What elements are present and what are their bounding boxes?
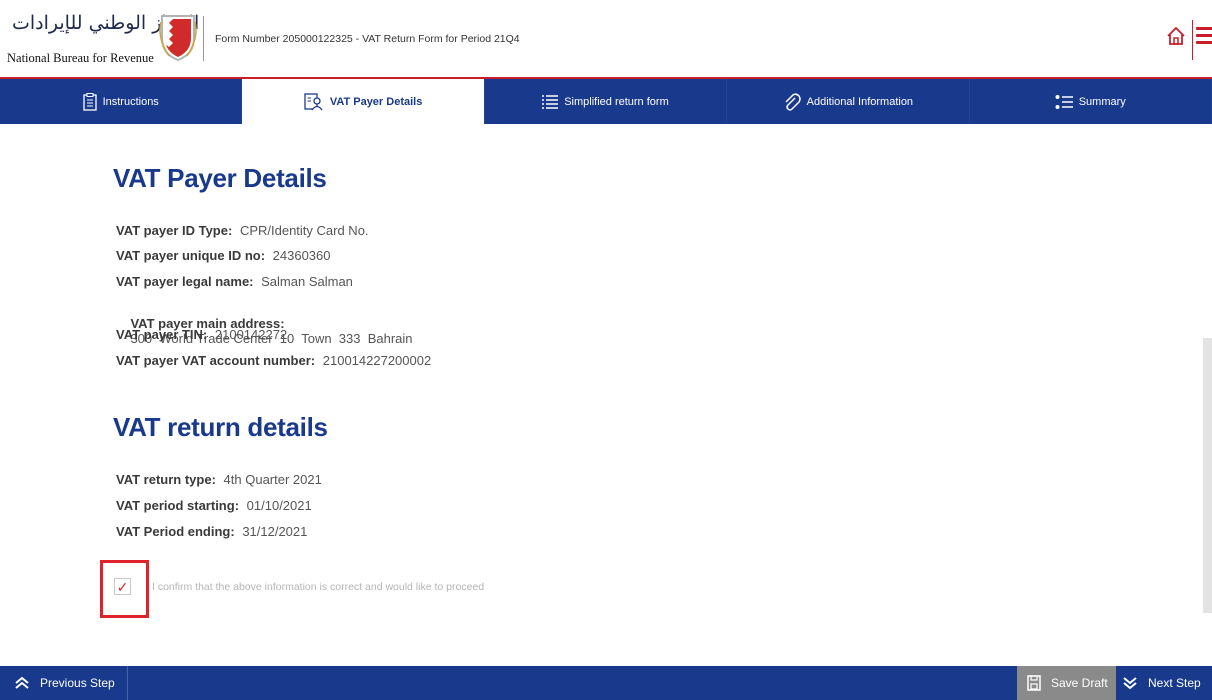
field-label: VAT Period ending:: [116, 524, 235, 539]
tab-summary[interactable]: Summary: [970, 79, 1212, 124]
logo-english-text: National Bureau for Revenue: [7, 51, 154, 65]
field-value: 01/10/2021: [246, 498, 312, 513]
footer-bar: Previous Step Save Draft Next Step: [0, 666, 1212, 700]
bullet-list-icon: [1055, 94, 1073, 109]
confirm-checkbox[interactable]: ✓: [114, 578, 131, 595]
header-divider: [203, 16, 204, 61]
field-value: Salman Salman: [261, 274, 353, 289]
tab-instructions[interactable]: Instructions: [0, 79, 243, 124]
page-header: الجهاز الوطني للإيرادات National Bureau …: [0, 0, 1212, 79]
hamburger-menu-icon[interactable]: [1196, 27, 1212, 44]
tab-label: Instructions: [102, 95, 159, 108]
previous-step-button[interactable]: Previous Step: [0, 666, 128, 700]
field-label: VAT return type:: [116, 472, 216, 487]
field-label: VAT period starting:: [116, 498, 240, 513]
period-ending-field: VAT Period ending: 31/12/2021: [116, 524, 307, 539]
next-step-button[interactable]: Next Step: [1116, 666, 1212, 700]
nbr-logo[interactable]: الجهاز الوطني للإيرادات National Bureau …: [7, 12, 200, 67]
return-type-field: VAT return type: 4th Quarter 2021: [116, 472, 322, 487]
field-value: 31/12/2021: [242, 524, 308, 539]
double-chevron-down-icon: [1123, 677, 1137, 690]
header-menu-divider: [1192, 20, 1193, 60]
field-label: VAT payer TIN:: [116, 327, 208, 342]
payer-unique-id-field: VAT payer unique ID no: 24360360: [116, 248, 331, 263]
paperclip-icon: [785, 92, 801, 111]
field-value: 24360360: [272, 248, 331, 263]
person-card-icon: [304, 92, 323, 110]
field-value: CPR/Identity Card No.: [239, 223, 369, 238]
scrollbar-thumb[interactable]: [1203, 338, 1212, 613]
field-value: 4th Quarter 2021: [223, 472, 322, 487]
field-label: VAT payer VAT account number:: [116, 353, 316, 368]
tab-vat-payer-details[interactable]: VAT Payer Details: [242, 79, 485, 124]
save-draft-label: Save Draft: [1051, 676, 1108, 690]
payer-legal-name-field: VAT payer legal name: Salman Salman: [116, 274, 353, 289]
tab-additional-information[interactable]: Additional Information: [727, 79, 970, 124]
payer-id-type-field: VAT payer ID Type: CPR/Identity Card No.: [116, 223, 369, 238]
form-title: Form Number 205000122325 - VAT Return Fo…: [215, 33, 520, 45]
vat-return-details-heading: VAT return details: [113, 412, 328, 442]
home-icon[interactable]: [1166, 25, 1186, 47]
tab-label: Simplified return form: [564, 95, 669, 108]
payer-vat-account-field: VAT payer VAT account number: 2100142272…: [116, 353, 431, 368]
field-label: VAT payer legal name:: [116, 274, 254, 289]
document-list-icon: [82, 92, 97, 111]
vat-return-page: الجهاز الوطني للإيرادات National Bureau …: [0, 0, 1212, 700]
field-label: VAT payer unique ID no:: [116, 248, 266, 263]
confirm-label: I confirm that the above information is …: [152, 581, 485, 593]
tab-simplified-return-form[interactable]: Simplified return form: [485, 79, 728, 124]
vat-payer-details-heading: VAT Payer Details: [113, 163, 327, 193]
previous-step-label: Previous Step: [40, 676, 115, 690]
tab-label: Additional Information: [806, 95, 914, 108]
tab-label: Summary: [1078, 95, 1126, 108]
double-chevron-up-icon: [15, 676, 29, 689]
tab-label: VAT Payer Details: [329, 95, 423, 108]
save-draft-button[interactable]: Save Draft: [1017, 666, 1116, 700]
step-tabs: Instructions VAT Payer Details Simplifie…: [0, 79, 1212, 124]
list-lines-icon: [542, 94, 559, 109]
field-label: VAT payer ID Type:: [116, 223, 233, 238]
save-icon: [1027, 675, 1041, 691]
field-value: 210014227200002: [322, 353, 432, 368]
field-value: 2100142272: [214, 327, 288, 342]
period-starting-field: VAT period starting: 01/10/2021: [116, 498, 312, 513]
payer-tin-field: VAT payer TIN: 2100142272: [116, 327, 287, 342]
emblem-icon: [159, 15, 197, 62]
next-step-label: Next Step: [1148, 676, 1201, 690]
